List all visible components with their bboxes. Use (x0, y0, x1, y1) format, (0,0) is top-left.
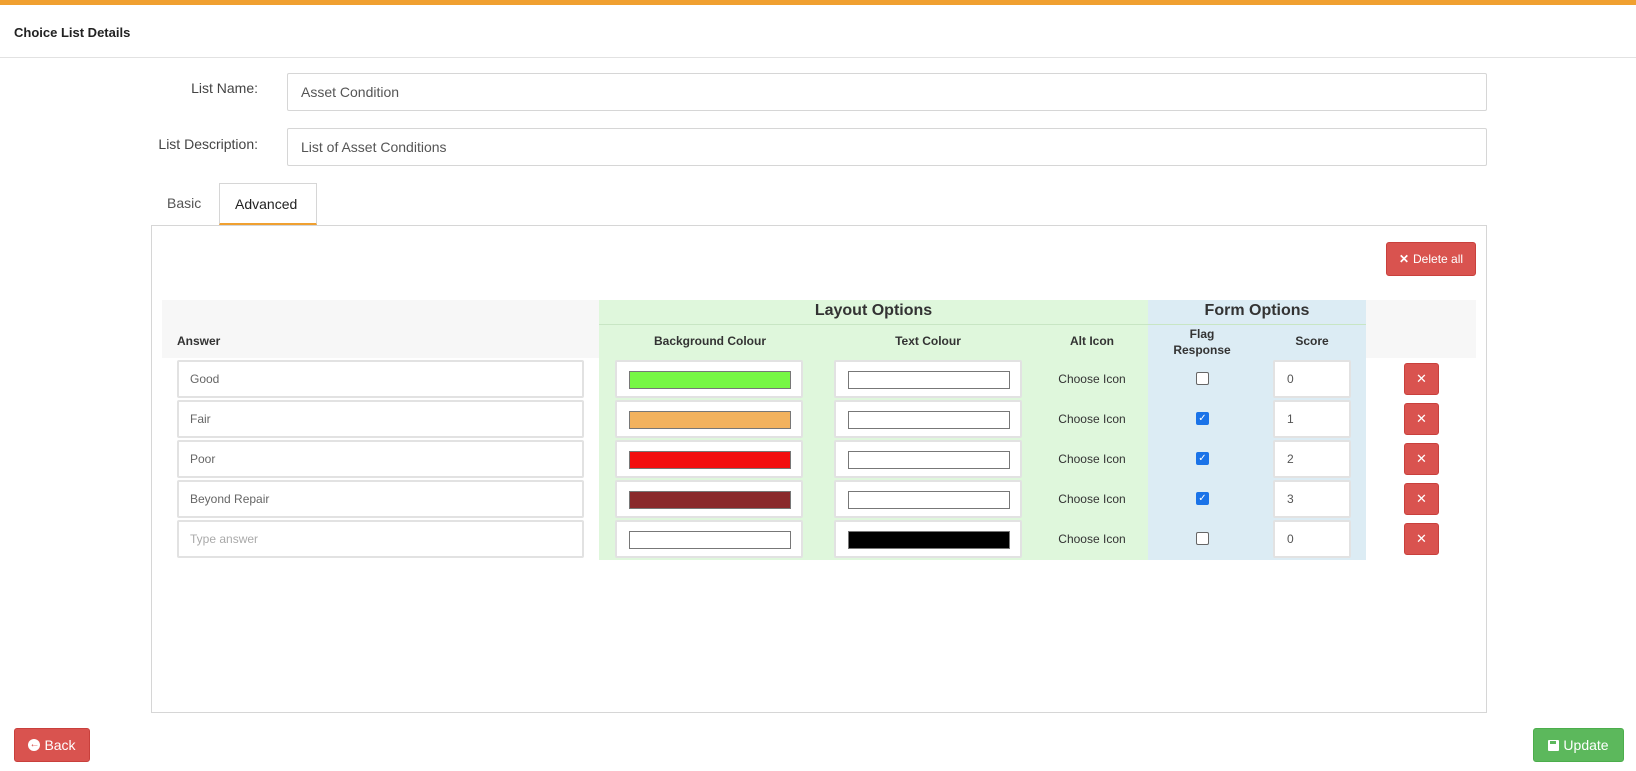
close-icon: ✕ (1416, 531, 1427, 546)
choose-icon-link[interactable]: Choose Icon (1042, 372, 1142, 386)
save-icon (1548, 739, 1560, 751)
back-button[interactable]: ← Back (14, 728, 90, 762)
delete-all-button[interactable]: ✕ Delete all (1386, 242, 1476, 276)
delete-row-button[interactable]: ✕ (1404, 523, 1439, 555)
delete-row-button[interactable]: ✕ (1404, 483, 1439, 515)
tab-advanced[interactable]: Advanced (219, 183, 317, 225)
score-input[interactable]: 2 (1273, 440, 1351, 478)
background-colour-swatch (629, 451, 791, 469)
delete-row-button[interactable]: ✕ (1404, 363, 1439, 395)
background-colour-column-header: Background Colour (653, 334, 766, 348)
delete-all-label: Delete all (1413, 252, 1464, 266)
flag-response-checkbox[interactable] (1196, 532, 1209, 545)
actions-header-bg (1366, 300, 1476, 358)
answer-input[interactable]: Poor (177, 440, 584, 478)
background-colour-picker[interactable] (615, 520, 803, 558)
text-colour-swatch (848, 371, 1010, 389)
checkmark-icon: ✓ (1198, 493, 1207, 504)
list-description-input[interactable] (287, 128, 1487, 166)
page-header: Choice List Details (0, 5, 1636, 58)
choose-icon-link[interactable]: Choose Icon (1042, 452, 1142, 466)
alt-icon-column-header: Alt Icon (1070, 334, 1114, 348)
score-input[interactable]: 0 (1273, 360, 1351, 398)
answer-input[interactable]: Fair (177, 400, 584, 438)
new-answer-input[interactable]: Type answer (177, 520, 584, 558)
background-colour-swatch (629, 491, 791, 509)
choose-icon-link[interactable]: Choose Icon (1042, 412, 1142, 426)
score-column-header: Score (1295, 334, 1329, 348)
background-colour-swatch (629, 531, 791, 549)
answer-input[interactable]: Good (177, 360, 584, 398)
back-label: Back (44, 737, 76, 753)
text-colour-picker[interactable] (834, 400, 1022, 438)
background-colour-picker[interactable] (615, 360, 803, 398)
delete-row-button[interactable]: ✕ (1404, 403, 1439, 435)
page-title: Choice List Details (14, 25, 131, 40)
text-colour-swatch (848, 411, 1010, 429)
background-colour-swatch (629, 411, 791, 429)
text-colour-picker[interactable] (834, 440, 1022, 478)
text-colour-column-header: Text Colour (895, 334, 961, 348)
background-colour-picker[interactable] (615, 440, 803, 478)
close-icon: ✕ (1416, 451, 1427, 466)
score-input[interactable]: 1 (1273, 400, 1351, 438)
update-label: Update (1563, 737, 1609, 753)
answer-column-header: Answer (177, 334, 221, 348)
flag-response-header-line1: Flag (1189, 327, 1215, 341)
save-icon-slot (1550, 740, 1557, 744)
answer-header-bg (162, 300, 599, 358)
flag-response-checkbox[interactable] (1196, 372, 1209, 385)
list-name-input[interactable] (287, 73, 1487, 111)
text-colour-picker[interactable] (834, 480, 1022, 518)
group-header-divider (599, 324, 1366, 325)
close-icon: ✕ (1416, 371, 1427, 386)
arrow-left-circle-icon: ← (28, 739, 41, 751)
text-colour-picker[interactable] (834, 360, 1022, 398)
text-colour-swatch (848, 491, 1010, 509)
score-input[interactable]: 0 (1273, 520, 1351, 558)
background-colour-picker[interactable] (615, 480, 803, 518)
list-name-label: List Name: (191, 80, 258, 96)
choose-icon-link[interactable]: Choose Icon (1042, 492, 1142, 506)
delete-row-button[interactable]: ✕ (1404, 443, 1439, 475)
flag-response-column-header: Flag Response (1162, 326, 1242, 358)
checkmark-icon: ✓ (1198, 413, 1207, 424)
text-colour-picker[interactable] (834, 520, 1022, 558)
flag-response-header-line2: Response (1173, 343, 1231, 357)
list-description-label: List Description: (158, 136, 258, 152)
layout-options-title: Layout Options (814, 302, 933, 319)
close-icon: ✕ (1416, 491, 1427, 506)
background-colour-picker[interactable] (615, 400, 803, 438)
text-colour-swatch (848, 451, 1010, 469)
close-icon: ✕ (1416, 411, 1427, 426)
update-button[interactable]: Update (1533, 728, 1624, 762)
tab-basic[interactable]: Basic (152, 183, 216, 225)
close-icon: ✕ (1398, 252, 1410, 266)
flag-response-checkbox[interactable]: ✓ (1196, 412, 1209, 425)
flag-response-checkbox[interactable]: ✓ (1196, 452, 1209, 465)
score-input[interactable]: 3 (1273, 480, 1351, 518)
answer-input[interactable]: Beyond Repair (177, 480, 584, 518)
form-options-title: Form Options (1204, 302, 1310, 319)
flag-response-checkbox[interactable]: ✓ (1196, 492, 1209, 505)
background-colour-swatch (629, 371, 791, 389)
choose-icon-link[interactable]: Choose Icon (1042, 532, 1142, 546)
checkmark-icon: ✓ (1198, 453, 1207, 464)
text-colour-swatch (848, 531, 1010, 549)
